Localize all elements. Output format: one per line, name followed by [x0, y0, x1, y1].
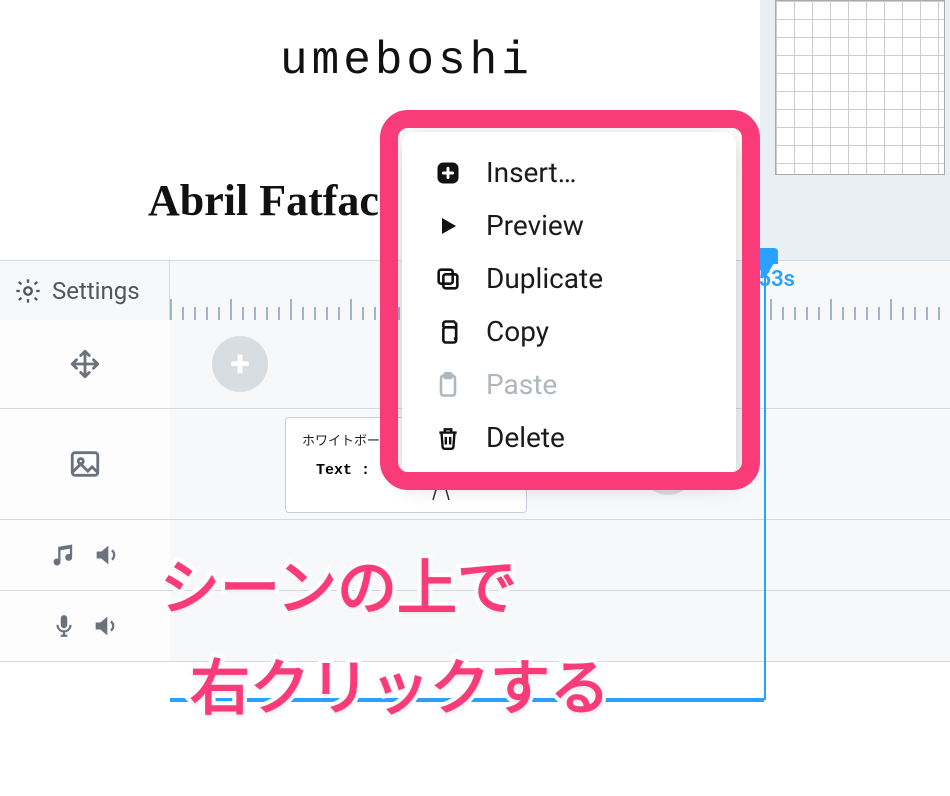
canvas-sample-text-abril[interactable]: Abril Fatface — [148, 175, 398, 226]
ctx-copy-label: Copy — [486, 315, 549, 348]
gear-icon — [12, 275, 44, 307]
playhead-line[interactable] — [764, 260, 766, 700]
playhead-caret-icon — [754, 260, 776, 278]
add-scene-button[interactable]: + — [212, 336, 268, 392]
scene-clip-line1: ホワイトボード — [302, 430, 393, 449]
voice-track-label[interactable] — [0, 591, 171, 661]
annotation-line-2: 右クリックする — [190, 640, 610, 727]
ctx-paste-label: Paste — [486, 368, 557, 401]
plus-square-icon — [432, 157, 464, 189]
image-track-label[interactable] — [0, 409, 171, 519]
ctx-delete[interactable]: Delete — [402, 411, 736, 464]
music-note-icon — [50, 541, 78, 569]
play-icon — [432, 210, 464, 242]
music-track-label[interactable] — [0, 520, 171, 590]
ctx-preview-label: Preview — [486, 209, 584, 242]
ctx-preview[interactable]: Preview — [402, 199, 736, 252]
settings-label: Settings — [52, 277, 140, 305]
move-icon — [68, 347, 102, 381]
microphone-icon — [51, 613, 77, 639]
duplicate-icon — [432, 263, 464, 295]
context-menu: Insert… Preview Duplicate Copy Paste Del… — [402, 132, 736, 478]
settings-button[interactable]: Settings — [0, 261, 170, 321]
scene-clip-line2: Text : — [316, 462, 370, 479]
ctx-copy[interactable]: Copy — [402, 305, 736, 358]
copy-icon — [432, 316, 464, 348]
paste-icon — [432, 369, 464, 401]
canvas-sample-text-umeboshi[interactable]: umeboshi — [280, 35, 533, 87]
ctx-delete-label: Delete — [486, 421, 565, 454]
trash-icon — [432, 422, 464, 454]
ctx-insert[interactable]: Insert… — [402, 146, 736, 199]
plus-icon: + — [230, 343, 250, 385]
canvas-grid-preview — [775, 0, 945, 175]
ctx-duplicate[interactable]: Duplicate — [402, 252, 736, 305]
scene-track-label[interactable] — [0, 320, 171, 408]
ctx-paste: Paste — [402, 358, 736, 411]
annotation-line-1: シーンの上で — [160, 540, 517, 627]
ctx-insert-label: Insert… — [486, 156, 576, 189]
volume-icon — [92, 541, 120, 569]
volume-icon — [91, 612, 119, 640]
ctx-duplicate-label: Duplicate — [486, 262, 603, 295]
image-icon — [68, 447, 102, 481]
